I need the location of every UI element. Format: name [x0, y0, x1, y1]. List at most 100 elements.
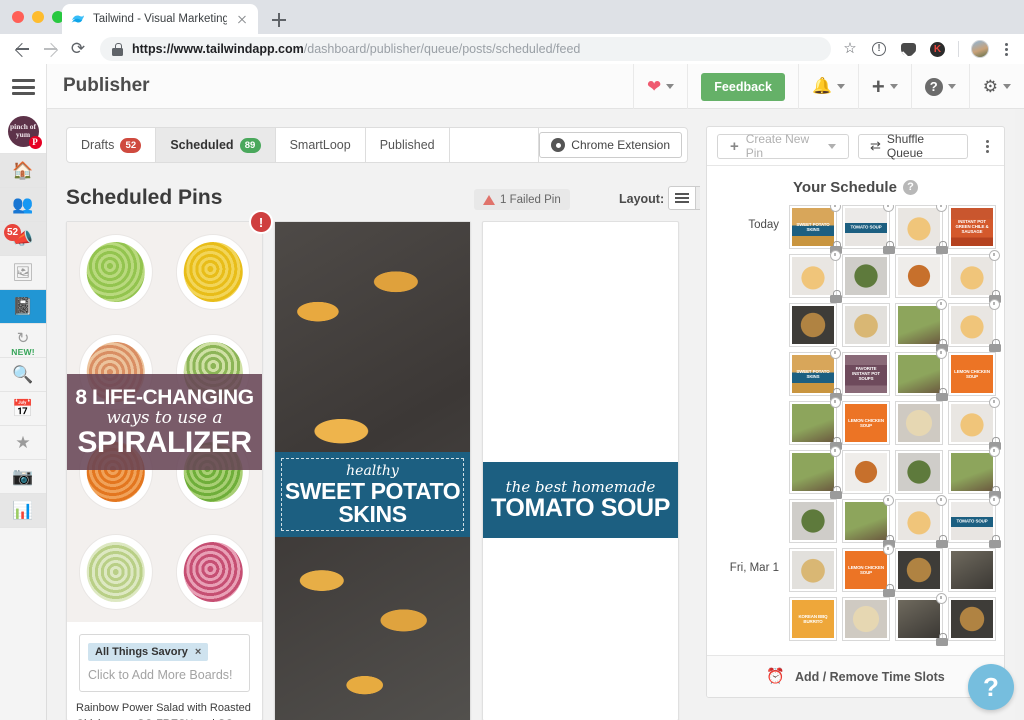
- clock-icon[interactable]: [989, 250, 1000, 261]
- schedule-slot[interactable]: [895, 548, 943, 592]
- schedule-slot[interactable]: [842, 597, 890, 641]
- error-exclamation-icon[interactable]: !: [249, 210, 273, 234]
- lock-icon[interactable]: [830, 290, 842, 303]
- close-window-button[interactable]: [12, 11, 24, 23]
- board-chip[interactable]: All Things Savory ×: [88, 643, 209, 661]
- sidebar-item-drafts[interactable]: 🖼: [0, 256, 46, 290]
- schedule-slot[interactable]: SWEET POTATO SKINS: [789, 348, 842, 401]
- lock-icon[interactable]: [936, 241, 948, 254]
- pin-card[interactable]: ! 8 LIFE-CHANGING ways to use a SPIRALIZ…: [66, 210, 273, 720]
- lock-icon[interactable]: [989, 339, 1001, 352]
- clock-icon[interactable]: [883, 544, 894, 555]
- add-remove-time-slots-button[interactable]: ⏰ Add / Remove Time Slots: [707, 655, 1004, 697]
- clock-icon[interactable]: [936, 299, 947, 310]
- lock-icon[interactable]: [830, 486, 842, 499]
- schedule-slot[interactable]: [895, 205, 948, 254]
- schedule-slot[interactable]: [789, 250, 842, 303]
- arrow-left-icon[interactable]: [8, 35, 36, 63]
- schedule-slot[interactable]: [948, 397, 1001, 450]
- lock-icon[interactable]: [883, 241, 895, 254]
- shuffle-queue-button[interactable]: ⇄ Shuffle Queue: [857, 132, 969, 160]
- list-view-button[interactable]: [668, 186, 696, 210]
- address-bar[interactable]: https://www.tailwindapp.com/dashboard/pu…: [100, 37, 831, 61]
- lock-icon[interactable]: [989, 535, 1001, 548]
- browser-tab[interactable]: Tailwind - Visual Marketing Sui: [62, 4, 258, 34]
- schedule-slot[interactable]: SWEET POTATO SKINS: [789, 205, 842, 254]
- sidebar-item-promote[interactable]: 📣 52: [0, 222, 46, 256]
- sidebar-item-calendar[interactable]: 📅: [0, 392, 46, 426]
- schedule-slot[interactable]: [895, 299, 948, 352]
- lock-icon[interactable]: [936, 633, 948, 646]
- sidebar-item-analytics[interactable]: 📊: [0, 494, 46, 528]
- schedule-slot[interactable]: [789, 446, 842, 499]
- tab-scheduled[interactable]: Scheduled 89: [156, 128, 276, 162]
- clock-icon[interactable]: [936, 348, 947, 359]
- lock-icon[interactable]: [936, 535, 948, 548]
- favorites-button[interactable]: ❤: [633, 64, 687, 109]
- menu-toggle-button[interactable]: [0, 64, 47, 109]
- settings-button[interactable]: ⚙: [968, 64, 1024, 109]
- schedule-slot[interactable]: [895, 495, 948, 548]
- create-button[interactable]: +: [857, 64, 911, 109]
- schedule-slot[interactable]: [948, 299, 1001, 352]
- minimize-window-button[interactable]: [32, 11, 44, 23]
- schedule-slot[interactable]: [895, 593, 948, 646]
- schedule-slot[interactable]: KOREAN BBQ BURRITO: [789, 597, 837, 641]
- clock-icon[interactable]: [936, 205, 947, 212]
- clock-icon[interactable]: [936, 495, 947, 506]
- schedule-slot[interactable]: FAVORITE INSTANT POT SOUPS: [842, 352, 890, 396]
- schedule-slot[interactable]: LEMON CHICKEN SOUP: [842, 401, 890, 445]
- pin-card[interactable]: healthy SWEET POTATO SKINS: [274, 221, 471, 720]
- schedule-slot[interactable]: [789, 303, 837, 347]
- close-icon[interactable]: ×: [195, 646, 201, 658]
- kebab-menu-icon[interactable]: [996, 36, 1016, 62]
- sidebar-item-instagram[interactable]: 📷: [0, 460, 46, 494]
- info-circle-icon[interactable]: !: [866, 36, 892, 62]
- schedule-slot[interactable]: [948, 597, 996, 641]
- question-circle-icon[interactable]: ?: [902, 180, 918, 195]
- arrow-right-icon[interactable]: [36, 35, 64, 63]
- clock-icon[interactable]: [830, 205, 841, 212]
- clock-icon[interactable]: [883, 495, 894, 506]
- clock-icon[interactable]: [830, 348, 841, 359]
- schedule-slot[interactable]: [842, 450, 890, 494]
- sidebar-item-smartloop[interactable]: ↻ NEW!: [0, 324, 46, 358]
- feedback-button[interactable]: Feedback: [701, 72, 785, 101]
- profile-avatar[interactable]: [967, 36, 993, 62]
- board-selector[interactable]: All Things Savory × Click to Add More Bo…: [79, 634, 250, 692]
- sidebar-item-favorites[interactable]: ★: [0, 426, 46, 460]
- schedule-slot[interactable]: [789, 548, 837, 592]
- clock-icon[interactable]: [883, 205, 894, 212]
- account-switcher[interactable]: pinch of yum P: [0, 109, 46, 154]
- notifications-button[interactable]: 🔔: [797, 64, 858, 109]
- page-scrollbar[interactable]: [1015, 109, 1024, 720]
- help-fab-button[interactable]: ?: [968, 664, 1014, 710]
- sidebar-item-tribes[interactable]: 👥: [0, 188, 46, 222]
- schedule-slot[interactable]: TOMATO SOUP: [948, 495, 1001, 548]
- schedule-slot[interactable]: LEMON CHICKEN SOUP: [948, 352, 996, 396]
- sidebar-item-home[interactable]: 🏠: [0, 154, 46, 188]
- schedule-slot[interactable]: [948, 446, 1001, 499]
- clock-icon[interactable]: [989, 299, 1000, 310]
- create-new-pin-button[interactable]: + Create New Pin: [717, 132, 849, 160]
- clock-icon[interactable]: [989, 495, 1000, 506]
- clock-icon[interactable]: [936, 593, 947, 604]
- new-tab-button[interactable]: [268, 9, 290, 31]
- star-icon[interactable]: ☆: [837, 36, 863, 62]
- pocket-icon[interactable]: [895, 36, 921, 62]
- schedule-slot[interactable]: TOMATO SOUP: [842, 205, 895, 254]
- reload-icon[interactable]: ⟳: [64, 35, 92, 63]
- clock-icon[interactable]: [989, 446, 1000, 457]
- schedule-slot[interactable]: [842, 254, 890, 298]
- failed-pin-badge[interactable]: 1 Failed Pin: [474, 189, 570, 210]
- close-icon[interactable]: [234, 11, 250, 27]
- tab-published[interactable]: Published: [366, 128, 450, 162]
- chrome-extension-button[interactable]: Chrome Extension: [539, 132, 682, 158]
- tab-smartloop[interactable]: SmartLoop: [276, 128, 366, 162]
- schedule-slot[interactable]: [789, 397, 842, 450]
- schedule-slot[interactable]: LEMON CHICKEN SOUP: [842, 544, 895, 597]
- schedule-slot[interactable]: [895, 348, 948, 401]
- schedule-slot[interactable]: [895, 401, 943, 445]
- schedule-slot[interactable]: [842, 495, 895, 548]
- clock-icon[interactable]: [830, 446, 841, 457]
